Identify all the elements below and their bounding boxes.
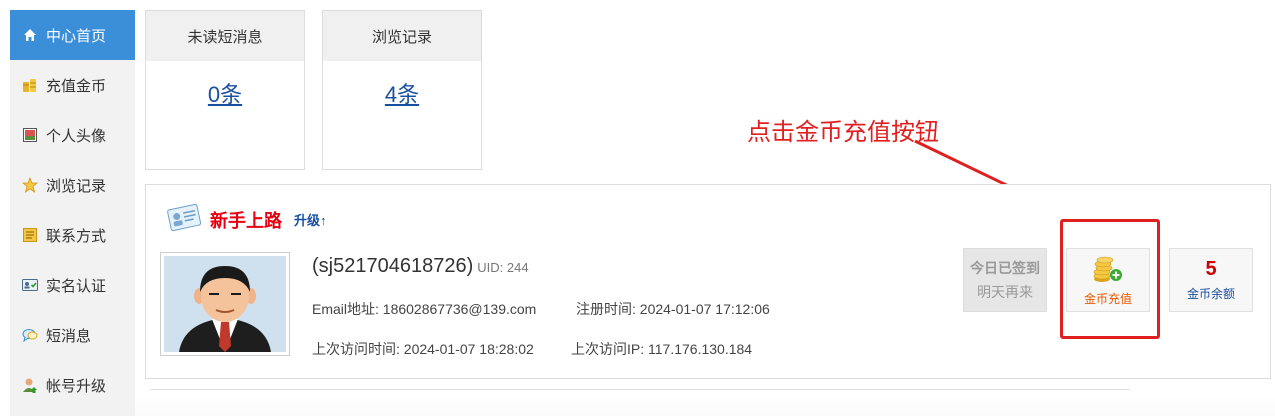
upgrade-link[interactable]: 升级↑	[294, 210, 327, 229]
user-upgrade-icon	[22, 377, 38, 393]
uid-text: UID: 244	[477, 260, 529, 275]
sidebar-item-label: 短消息	[46, 327, 92, 345]
sidebar-item-label: 浏览记录	[46, 177, 107, 195]
unread-count-link[interactable]: 0条	[146, 77, 304, 109]
contact-card-icon	[22, 227, 38, 243]
sidebar-item-home[interactable]: 中心首页	[10, 10, 135, 60]
level-row: 新手上路 升级↑	[166, 202, 327, 237]
signin-status: 今日已签到	[970, 260, 1040, 276]
sidebar-item-avatar[interactable]: 个人头像	[10, 110, 135, 160]
default-avatar-icon	[164, 256, 286, 352]
unread-messages-card: 未读短消息 0条	[145, 10, 305, 170]
avatar[interactable]	[160, 252, 290, 356]
username: (sj521704618726) UID: 244	[312, 255, 529, 278]
sidebar-item-history[interactable]: 浏览记录	[10, 160, 135, 210]
email-info: Email地址: 18602867736@139.com	[312, 301, 537, 317]
coin-balance-label: 金币余额	[1186, 287, 1235, 301]
sidebar-item-contact[interactable]: 联系方式	[10, 210, 135, 260]
signin-button[interactable]: 今日已签到 明天再来	[963, 248, 1047, 312]
sidebar-item-verify[interactable]: 实名认证	[10, 260, 135, 310]
sidebar: 中心首页 充值金币 个人头像 浏览记录 联系方式 实名认证 短消息 帐号升级	[10, 10, 135, 416]
bottom-shade	[135, 396, 1275, 416]
coins-icon	[22, 77, 38, 93]
star-icon	[22, 177, 38, 193]
sidebar-item-label: 实名认证	[46, 277, 107, 295]
sidebar-item-label: 充值金币	[46, 77, 107, 95]
sidebar-item-label: 个人头像	[46, 127, 107, 145]
sidebar-item-recharge[interactable]: 充值金币	[10, 60, 135, 110]
browse-history-card: 浏览记录 4条	[322, 10, 482, 170]
user-level-title: 新手上路	[210, 210, 282, 231]
card-title: 未读短消息	[146, 11, 304, 61]
sidebar-item-label: 中心首页	[46, 27, 107, 45]
picture-icon	[22, 127, 38, 143]
register-time: 注册时间: 2024-01-07 17:12:06	[576, 301, 770, 317]
divider	[150, 389, 1130, 390]
id-card-icon	[22, 277, 38, 293]
home-icon	[22, 27, 38, 43]
card-title: 浏览记录	[323, 11, 481, 61]
sidebar-item-upgrade[interactable]: 帐号升级	[10, 360, 135, 410]
id-badge-icon	[166, 202, 202, 237]
signin-note: 明天再来	[977, 284, 1033, 300]
last-visit-ip: 上次访问IP: 117.176.130.184	[571, 341, 753, 357]
chat-bubble-icon	[22, 327, 38, 343]
username-text: (sj521704618726)	[312, 255, 474, 277]
coin-balance-value: 5	[1205, 258, 1217, 280]
sidebar-item-messages[interactable]: 短消息	[10, 310, 135, 360]
history-count-link[interactable]: 4条	[323, 77, 481, 109]
last-visit-time: 上次访问时间: 2024-01-07 18:28:02	[312, 341, 534, 357]
highlight-box	[1060, 219, 1160, 339]
sidebar-item-label: 联系方式	[46, 227, 107, 245]
sidebar-item-label: 帐号升级	[46, 377, 107, 395]
coin-balance-box[interactable]: 5 金币余额	[1169, 248, 1253, 312]
